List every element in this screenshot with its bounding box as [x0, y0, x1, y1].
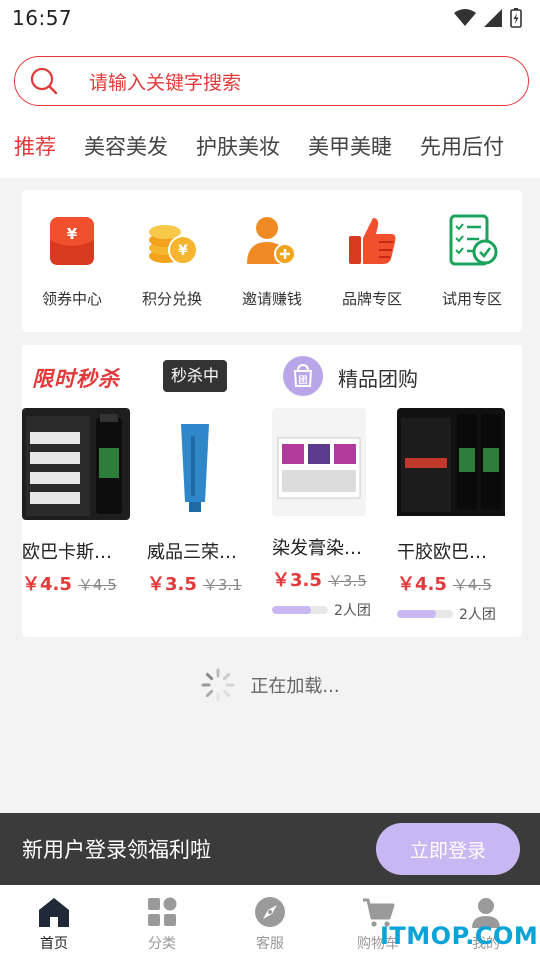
tab-beauty-hair[interactable]: 美容美发	[84, 131, 168, 161]
search-input[interactable]: 请输入关键字搜索	[14, 56, 529, 106]
watermark: ITMOP.COM	[380, 922, 539, 950]
product-price: ￥3.5	[147, 574, 197, 595]
product-image	[397, 408, 505, 520]
nav-label: 分类	[148, 936, 176, 952]
product-name: 威品三荣…	[147, 542, 237, 563]
group-product-card[interactable]: 干胶欧巴… ￥4.5 ￥4.5 2人团	[397, 408, 509, 624]
invite-user-icon	[247, 217, 296, 265]
product-price: ￥3.5	[272, 570, 322, 591]
deals-card: 限时秒杀 秒杀中 团 精品团购 欧巴卡斯… ￥4.5 ￥4.5 威品三荣… ￥3…	[22, 345, 522, 637]
spray-cans-image	[397, 408, 505, 516]
flash-sale-title: 限时秒杀	[32, 367, 120, 391]
loading-text: 正在加载...	[250, 676, 340, 697]
home-icon	[39, 898, 69, 927]
product-price: ￥4.5	[22, 574, 72, 595]
group-progress-fill	[397, 610, 437, 618]
group-buy-icon: 团	[283, 356, 323, 396]
product-name: 染发膏染…	[272, 538, 362, 559]
group-progress-bar	[397, 610, 453, 618]
quick-entry-label: 领券中心	[41, 290, 102, 308]
product-image	[147, 408, 255, 520]
search-icon	[30, 67, 58, 95]
nav-category[interactable]: 分类	[108, 885, 216, 960]
product-old-price: ￥3.1	[202, 576, 242, 594]
group-size-label: 2人团	[334, 603, 371, 619]
product-name: 欧巴卡斯…	[22, 542, 112, 563]
product-price: ￥4.5	[397, 574, 447, 595]
thumbs-up-icon	[349, 218, 396, 264]
product-old-price: ￥3.5	[327, 572, 367, 590]
svg-text:团: 团	[298, 375, 307, 386]
coins-icon: ¥	[149, 225, 198, 265]
svg-text:¥: ¥	[178, 243, 188, 259]
group-progress-fill	[272, 606, 312, 614]
product-image	[272, 408, 366, 516]
flash-product-card[interactable]: 欧巴卡斯… ￥4.5 ￥4.5	[22, 408, 134, 596]
svg-text:¥: ¥	[67, 225, 78, 243]
flash-sale-badge[interactable]: 秒杀中	[163, 360, 228, 392]
quick-entry-label: 积分兑换	[141, 290, 202, 308]
coupon-icon: ¥	[50, 217, 94, 265]
login-button[interactable]: 立即登录	[376, 823, 520, 875]
status-icons	[454, 8, 522, 28]
flash-product-card[interactable]: 威品三荣… ￥3.5 ￥3.1	[147, 408, 259, 596]
blue-tube-image	[147, 408, 255, 520]
login-prompt-text: 新用户登录领福利啦	[22, 838, 211, 862]
quick-entry-label: 邀请赚钱	[241, 290, 302, 308]
status-bar: 16:57	[0, 0, 540, 36]
product-old-price: ￥4.5	[77, 576, 117, 594]
signal-icon	[484, 9, 502, 27]
quick-entry-points-exchange[interactable]: ¥ 积分兑换	[122, 190, 222, 332]
wifi-icon	[454, 9, 476, 26]
loading-indicator: 正在加载...	[0, 665, 540, 705]
search-placeholder: 请输入关键字搜索	[89, 71, 242, 94]
category-tabs: 推荐 美容美发 护肤美妆 美甲美睫 先用后付	[0, 126, 540, 166]
trial-checklist-icon	[449, 214, 498, 266]
product-name: 干胶欧巴…	[397, 542, 487, 563]
nav-customer-service[interactable]: 客服	[216, 885, 324, 960]
quick-entry-coupon-center[interactable]: ¥ 领券中心	[22, 190, 122, 332]
quick-entry-brand-zone[interactable]: 品牌专区	[322, 190, 422, 332]
nav-label: 客服	[256, 936, 284, 952]
quick-entry-trial-zone[interactable]: 试用专区	[422, 190, 522, 332]
group-product-card[interactable]: 染发膏染… ￥3.5 ￥3.5 2人团	[272, 408, 384, 620]
header: 请输入关键字搜索 推荐 美容美发 护肤美妆 美甲美睫 先用后付	[0, 36, 540, 178]
quick-entry-label: 品牌专区	[341, 290, 402, 308]
tab-recommend[interactable]: 推荐	[14, 131, 56, 161]
hairspray-bottle-image	[22, 408, 130, 520]
tab-pay-later[interactable]: 先用后付	[420, 131, 504, 161]
group-size-label: 2人团	[459, 607, 496, 623]
status-time: 16:57	[12, 6, 73, 30]
group-buy-title[interactable]: 精品团购	[338, 363, 418, 392]
spinner-icon	[201, 668, 235, 702]
category-grid-icon	[148, 897, 177, 926]
group-progress-bar	[272, 606, 328, 614]
nav-home[interactable]: 首页	[0, 885, 108, 960]
compass-icon	[255, 897, 285, 927]
tab-skincare-makeup[interactable]: 护肤美妆	[196, 131, 280, 161]
product-image	[22, 408, 130, 520]
quick-entry-label: 试用专区	[441, 290, 502, 308]
login-prompt-bar: 新用户登录领福利啦 立即登录	[0, 813, 540, 885]
quick-entry-card: ¥ 领券中心 ¥ 积分兑换 邀请赚钱 品牌专区 试用专区	[22, 190, 522, 332]
quick-entry-invite[interactable]: 邀请赚钱	[222, 190, 322, 332]
battery-icon	[510, 8, 522, 28]
product-old-price: ￥4.5	[452, 576, 492, 594]
nav-label: 首页	[40, 936, 68, 952]
hair-dye-boxes-image	[272, 408, 366, 516]
tab-nails-lashes[interactable]: 美甲美睫	[308, 131, 392, 161]
